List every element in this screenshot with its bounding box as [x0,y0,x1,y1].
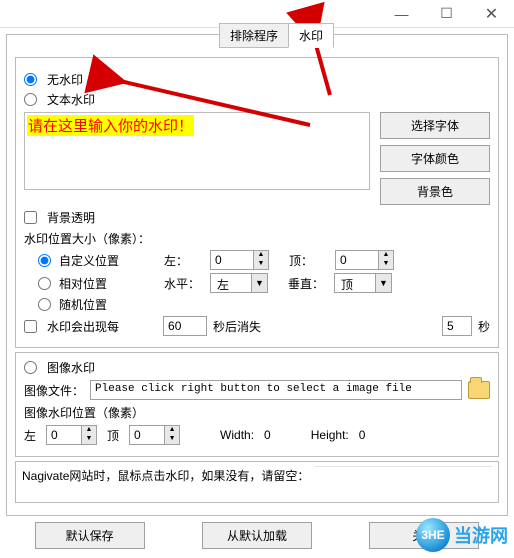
radio-relative-pos-label: 相对位置 [59,275,107,292]
image-file-label: 图像文件： [24,382,84,399]
left-value[interactable] [211,251,253,269]
horiz-label: 水平： [164,275,204,292]
img-top-value[interactable] [130,426,164,444]
reappear-after-label: 秒后消失 [213,318,261,335]
radio-text-watermark[interactable] [24,93,37,106]
height-value: 0 [359,428,366,442]
img-left-label: 左 [24,427,36,444]
left-stepper[interactable]: ▲▼ [210,250,269,270]
reappear-seconds-stepper[interactable] [163,316,207,336]
minimize-button[interactable]: — [379,0,424,27]
top-stepper[interactable]: ▲▼ [335,250,394,270]
image-file-field[interactable]: Please click right button to select a im… [90,380,462,400]
text-watermark-group: 无水印 文本水印 请在这里输入你的水印！ 选择字体 字体颜色 背景色 背景透明 [15,57,499,348]
navigate-input[interactable] [315,466,492,484]
chevron-down-icon: ▼ [251,274,267,292]
navigate-label: Nagivate网站时，鼠标点击水印，如果没有，请留空： [22,467,309,484]
top-value[interactable] [336,251,378,269]
bg-transparent-label: 背景透明 [47,209,95,226]
maximize-button[interactable]: ☐ [424,0,469,27]
image-watermark-group: 图像水印 图像文件： Please click right button to … [15,352,499,457]
reappear-delay-stepper[interactable] [442,316,472,336]
radio-random-pos[interactable] [38,298,51,311]
save-default-button[interactable]: 默认保存 [35,522,145,549]
tab-exclude[interactable]: 排除程序 [219,23,289,48]
tab-watermark[interactable]: 水印 [288,23,334,48]
pos-size-label: 水印位置大小（像素）： [24,230,490,247]
main-panel: 排除程序 水印 无水印 文本水印 请在这里输入你的水印！ 选择字体 字体颜色 背… [6,34,508,516]
reappear-label: 水印会出现每 [47,318,119,335]
horiz-combo[interactable]: 左 ▼ [210,273,268,293]
site-watermark: 3HE 当游网 [416,518,508,552]
watermark-placeholder-text: 请在这里输入你的水印！ [27,115,194,136]
site-logo-icon: 3HE [416,518,450,552]
watermark-text-input[interactable]: 请在这里输入你的水印！ [24,112,370,190]
img-top-label: 顶 [107,427,119,444]
radio-no-watermark-label: 无水印 [47,71,83,88]
image-pos-label: 图像水印位置（像素） [24,404,490,421]
close-button[interactable]: ✕ [469,0,514,27]
bg-color-button[interactable]: 背景色 [380,178,490,205]
img-left-stepper[interactable]: ▲▼ [46,425,97,445]
top-label: 顶： [289,252,329,269]
vert-label: 垂直： [288,275,328,292]
left-label: 左： [164,252,204,269]
img-top-stepper[interactable]: ▲▼ [129,425,180,445]
folder-icon[interactable] [468,381,490,399]
radio-no-watermark[interactable] [24,73,37,86]
reappear-delay-value[interactable] [443,317,471,335]
choose-font-button[interactable]: 选择字体 [380,112,490,139]
reappear-seconds-value[interactable] [164,317,206,335]
vert-combo[interactable]: 顶 ▼ [334,273,392,293]
navigate-group: Nagivate网站时，鼠标点击水印，如果没有，请留空： [15,461,499,503]
img-left-value[interactable] [47,426,81,444]
load-default-button[interactable]: 从默认加载 [202,522,312,549]
radio-text-watermark-label: 文本水印 [47,91,95,108]
reappear-checkbox[interactable] [24,320,37,333]
width-value: 0 [264,428,271,442]
radio-custom-pos[interactable] [38,254,51,267]
height-label: Height: [311,428,349,442]
radio-image-watermark-label: 图像水印 [47,359,95,376]
radio-random-pos-label: 随机位置 [59,296,107,313]
vert-combo-value: 顶 [335,274,375,292]
radio-relative-pos[interactable] [38,277,51,290]
reappear-sec-unit: 秒 [478,318,490,335]
bg-transparent-checkbox[interactable] [24,211,37,224]
width-label: Width: [220,428,254,442]
chevron-down-icon: ▼ [375,274,391,292]
site-logo-text: 当游网 [454,522,508,548]
radio-image-watermark[interactable] [24,361,37,374]
horiz-combo-value: 左 [211,274,251,292]
font-color-button[interactable]: 字体颜色 [380,145,490,172]
tab-strip: 排除程序 水印 [219,23,333,48]
radio-custom-pos-label: 自定义位置 [59,252,119,269]
